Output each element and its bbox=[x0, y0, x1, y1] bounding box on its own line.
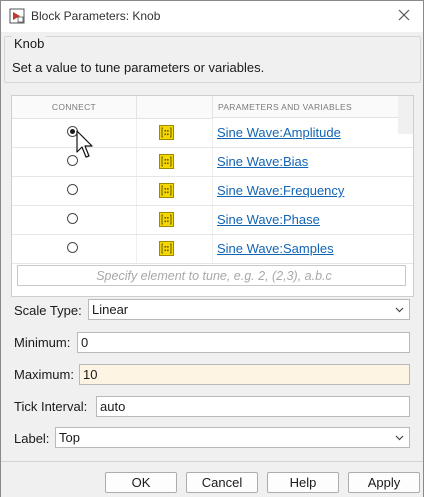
parameter-link[interactable]: Sine Wave:Phase bbox=[217, 212, 320, 227]
chevron-down-icon bbox=[395, 435, 404, 441]
connect-radio[interactable] bbox=[67, 184, 78, 195]
scale-type-value: Linear bbox=[92, 302, 129, 317]
mouse-cursor-icon bbox=[76, 130, 93, 158]
block-parameters-icon bbox=[9, 8, 25, 24]
tick-interval-input[interactable]: auto bbox=[96, 396, 410, 417]
parameter-link[interactable]: Sine Wave:Samples bbox=[217, 241, 334, 256]
label-value: Top bbox=[59, 430, 80, 445]
table-row[interactable]: Sine Wave:Bias bbox=[12, 148, 413, 177]
scale-type-select[interactable]: Linear bbox=[88, 299, 410, 320]
minimum-input[interactable]: 0 bbox=[77, 332, 410, 353]
label-select[interactable]: Top bbox=[55, 427, 410, 448]
table-row[interactable]: Sine Wave:Samples bbox=[12, 235, 413, 264]
help-button[interactable]: Help bbox=[267, 472, 339, 493]
table-row[interactable]: Sine Wave:Phase bbox=[12, 206, 413, 235]
apply-button[interactable]: Apply bbox=[348, 472, 420, 493]
knob-group: Knob Set a value to tune parameters or v… bbox=[4, 36, 421, 83]
variable-icon bbox=[159, 154, 174, 169]
chevron-down-icon bbox=[395, 307, 404, 313]
column-header-icon[interactable] bbox=[137, 96, 213, 119]
label-label: Label: bbox=[14, 431, 50, 446]
minimum-label: Minimum: bbox=[14, 335, 71, 350]
maximum-label: Maximum: bbox=[14, 367, 74, 382]
table-row[interactable]: Sine Wave:Frequency bbox=[12, 177, 413, 206]
table-row[interactable]: Sine Wave:Amplitude bbox=[12, 119, 413, 148]
close-icon[interactable] bbox=[395, 6, 413, 24]
parameters-table: CONNECT PARAMETERS AND VARIABLES Sine Wa… bbox=[11, 95, 414, 297]
parameter-link[interactable]: Sine Wave:Frequency bbox=[217, 183, 344, 198]
variable-icon bbox=[159, 183, 174, 198]
scale-type-label: Scale Type: bbox=[14, 303, 82, 318]
connect-radio[interactable] bbox=[67, 213, 78, 224]
title-bar: Block Parameters: Knob bbox=[1, 1, 423, 32]
variable-icon bbox=[159, 241, 174, 256]
group-title: Knob bbox=[12, 36, 47, 51]
column-header-parameters[interactable]: PARAMETERS AND VARIABLES bbox=[213, 96, 413, 118]
maximum-input[interactable]: 10 bbox=[79, 364, 410, 385]
column-header-connect[interactable]: CONNECT bbox=[12, 96, 137, 119]
parameter-link[interactable]: Sine Wave:Amplitude bbox=[217, 125, 341, 140]
table-rows: Sine Wave:Amplitude Sine Wave:Bias Sine … bbox=[12, 119, 413, 264]
variable-icon bbox=[159, 125, 174, 140]
cancel-button[interactable]: Cancel bbox=[186, 472, 258, 493]
window-title: Block Parameters: Knob bbox=[31, 9, 161, 23]
parameter-link[interactable]: Sine Wave:Bias bbox=[217, 154, 308, 169]
element-input[interactable]: Specify element to tune, e.g. 2, (2,3), … bbox=[17, 265, 406, 286]
ok-button[interactable]: OK bbox=[105, 472, 177, 493]
dialog-window: Block Parameters: Knob Knob Set a value … bbox=[0, 0, 424, 497]
tick-interval-label: Tick Interval: bbox=[14, 399, 88, 414]
connect-radio[interactable] bbox=[67, 242, 78, 253]
variable-icon bbox=[159, 212, 174, 227]
group-description: Set a value to tune parameters or variab… bbox=[12, 60, 265, 75]
